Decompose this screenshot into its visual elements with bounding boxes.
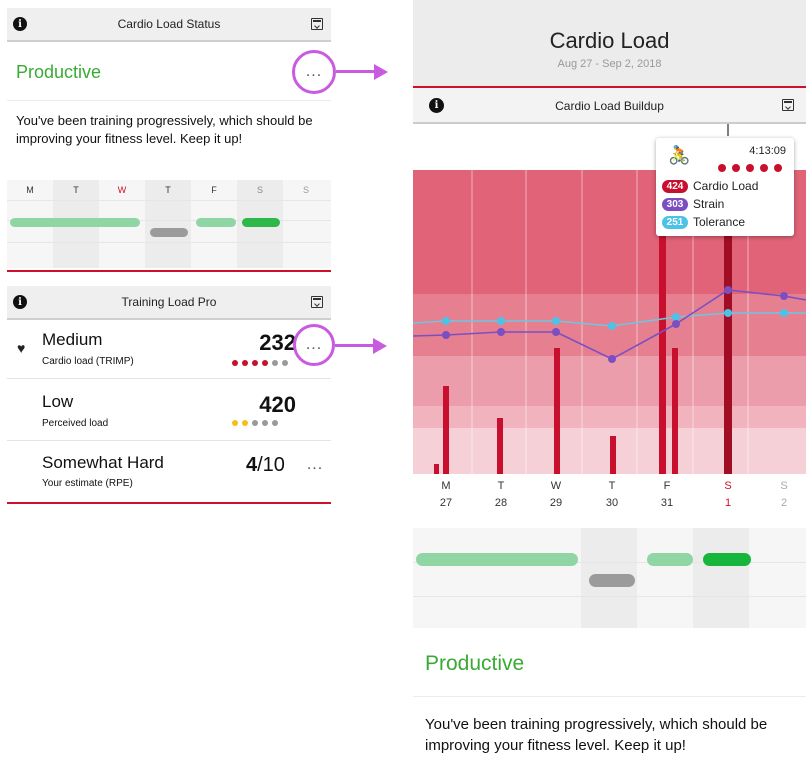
load-level: Medium bbox=[42, 330, 103, 349]
rpe-value: 4/10 bbox=[246, 454, 285, 477]
status-label: Productive bbox=[16, 62, 102, 82]
tooltip-time: 4:13:09 bbox=[749, 145, 786, 157]
tick-day-letter: S bbox=[724, 480, 732, 492]
tooltip-label: Tolerance bbox=[693, 215, 746, 229]
tick-day-letter: F bbox=[663, 480, 671, 492]
cycling-icon: 🚴 bbox=[668, 145, 691, 165]
tick-day-number: 1 bbox=[724, 497, 732, 509]
day-label: T bbox=[73, 185, 79, 195]
cardio-load-bar bbox=[434, 464, 439, 474]
tolerance-badge: 251 bbox=[662, 216, 688, 229]
tick-day-number: 30 bbox=[605, 497, 619, 509]
week-training-grid bbox=[413, 528, 806, 628]
day-label: M bbox=[26, 185, 34, 195]
heart-icon: ♥ bbox=[17, 340, 26, 356]
status-description: You've been training progressively, whic… bbox=[16, 113, 313, 146]
tick-day-number: 28 bbox=[494, 497, 508, 509]
cardio-load-bar bbox=[554, 348, 560, 474]
more-options-button[interactable]: ... bbox=[300, 452, 330, 478]
card-title: Cardio Load Status bbox=[117, 17, 221, 31]
highlight-circle bbox=[292, 50, 336, 94]
status-description: You've been training progressively, whic… bbox=[425, 716, 768, 754]
rpe-main: 4 bbox=[246, 454, 258, 476]
day-label: S bbox=[256, 185, 263, 195]
load-sublabel: Cardio load (TRIMP) bbox=[42, 356, 134, 367]
cardio-load-bar bbox=[443, 386, 449, 474]
day-label: S bbox=[302, 185, 309, 195]
status-label: Productive bbox=[425, 652, 525, 675]
load-sublabel: Perceived load bbox=[42, 418, 109, 429]
page-title: Cardio Load bbox=[549, 28, 670, 53]
tooltip-label: Strain bbox=[693, 197, 725, 211]
arrow-head-icon bbox=[373, 338, 387, 354]
tick-day-letter: T bbox=[608, 480, 616, 492]
cardio-load-status-header: i Cardio Load Status bbox=[7, 8, 331, 42]
tick-day-letter: T bbox=[497, 480, 505, 492]
day-label: T bbox=[165, 185, 171, 195]
info-icon[interactable]: i bbox=[13, 295, 27, 309]
strain-badge: 303 bbox=[662, 198, 688, 211]
tick-day-letter: W bbox=[550, 480, 562, 492]
training-bar bbox=[647, 553, 693, 566]
training-bar bbox=[589, 574, 635, 587]
training-bar bbox=[10, 218, 140, 227]
training-load-pro-header: i Training Load Pro bbox=[7, 286, 331, 320]
save-icon[interactable] bbox=[782, 99, 794, 111]
chart-title: Cardio Load Buildup bbox=[555, 99, 664, 113]
cardio-load-badge: 424 bbox=[662, 180, 688, 193]
cardio-load-bar bbox=[610, 436, 616, 474]
cardio-load-header: Cardio Load Aug 27 - Sep 2, 2018 bbox=[413, 0, 806, 86]
week-training-grid: M T W T F S S bbox=[7, 180, 331, 268]
rpe-suffix: /10 bbox=[257, 454, 285, 476]
tick-day-number: 27 bbox=[439, 497, 453, 509]
load-level: Somewhat Hard bbox=[42, 453, 164, 472]
chart-header: i Cardio Load Buildup bbox=[413, 88, 806, 124]
arrow-line bbox=[336, 70, 376, 73]
load-value: 420 bbox=[259, 392, 296, 417]
tooltip-label: Cardio Load bbox=[693, 179, 759, 193]
tick-day-number: 2 bbox=[780, 497, 788, 509]
load-value: 232 bbox=[259, 330, 296, 355]
training-bar bbox=[416, 553, 578, 566]
arrow-line bbox=[335, 344, 375, 347]
date-range: Aug 27 - Sep 2, 2018 bbox=[557, 58, 662, 70]
cardio-load-bar bbox=[497, 418, 503, 474]
tick-day-number: 31 bbox=[660, 497, 674, 509]
chart-tooltip: 🚴 4:13:09 424 Cardio Load 303 Strain 251… bbox=[656, 138, 794, 236]
highlight-circle bbox=[293, 324, 335, 366]
arrow-head-icon bbox=[374, 64, 388, 80]
cardio-load-bar bbox=[724, 234, 732, 474]
training-bar bbox=[196, 218, 236, 227]
tick-day-letter: M bbox=[441, 480, 451, 492]
info-icon[interactable]: i bbox=[13, 17, 27, 31]
day-label: F bbox=[211, 185, 217, 195]
save-icon[interactable] bbox=[311, 18, 323, 30]
card-title: Training Load Pro bbox=[121, 295, 217, 309]
training-bar bbox=[150, 228, 188, 237]
training-bar bbox=[242, 218, 280, 227]
load-sublabel: Your estimate (RPE) bbox=[42, 478, 133, 489]
save-icon[interactable] bbox=[311, 296, 323, 308]
cardio-load-bar bbox=[659, 220, 666, 474]
load-level: Low bbox=[42, 392, 74, 411]
day-label: W bbox=[117, 185, 127, 195]
tick-day-letter: S bbox=[780, 480, 788, 492]
cardio-load-bar bbox=[672, 348, 678, 474]
training-bar bbox=[703, 553, 751, 566]
tick-day-number: 29 bbox=[549, 497, 563, 509]
